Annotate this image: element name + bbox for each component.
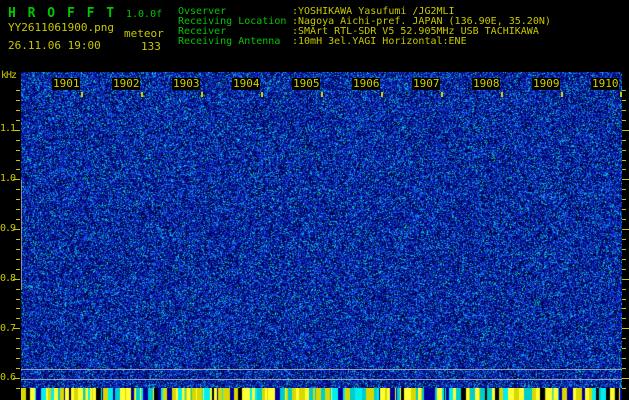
time-tick bbox=[501, 92, 503, 97]
time-label: 1910 bbox=[591, 77, 619, 90]
y-minor-tick bbox=[622, 150, 626, 151]
time-tick bbox=[201, 92, 203, 97]
y-axis-label: 0.9 bbox=[0, 223, 16, 234]
y-minor-tick bbox=[622, 299, 626, 300]
y-minor-tick bbox=[16, 209, 20, 210]
y-major-tick bbox=[622, 229, 629, 230]
y-minor-tick bbox=[622, 358, 626, 359]
y-minor-tick bbox=[16, 269, 20, 270]
y-minor-tick bbox=[622, 199, 626, 200]
hrofft-output-image: H R O F F T 1.0.0f YY2611061900.png mete… bbox=[0, 0, 629, 400]
noise-level-line-upper bbox=[21, 369, 622, 370]
y-minor-tick bbox=[16, 289, 20, 290]
y-minor-tick bbox=[622, 219, 626, 220]
time-tick bbox=[81, 92, 83, 97]
y-minor-tick bbox=[16, 199, 20, 200]
echo-count: 133 bbox=[141, 40, 161, 53]
time-tick bbox=[261, 92, 263, 97]
y-minor-tick bbox=[622, 318, 626, 319]
time-label: 1906 bbox=[352, 77, 380, 90]
time-label: 1905 bbox=[292, 77, 320, 90]
noise-level-line-lower bbox=[21, 379, 622, 380]
y-minor-tick bbox=[16, 348, 20, 349]
y-minor-tick bbox=[622, 368, 626, 369]
y-axis-label: 1.1 bbox=[0, 123, 16, 134]
time-label: 1907 bbox=[412, 77, 440, 90]
y-minor-tick bbox=[622, 169, 626, 170]
y-axis-label: 0.6 bbox=[0, 372, 16, 383]
output-filename: YY2611061900.png bbox=[8, 21, 114, 34]
y-minor-tick bbox=[622, 160, 626, 161]
y-minor-tick bbox=[622, 189, 626, 190]
y-minor-tick bbox=[16, 160, 20, 161]
y-minor-tick bbox=[16, 299, 20, 300]
time-label: 1903 bbox=[172, 77, 200, 90]
y-major-tick bbox=[622, 378, 629, 379]
y-minor-tick bbox=[622, 259, 626, 260]
time-tick bbox=[561, 92, 563, 97]
y-minor-tick bbox=[16, 239, 20, 240]
y-minor-tick bbox=[16, 189, 20, 190]
time-label: 1902 bbox=[112, 77, 140, 90]
time-label: 1909 bbox=[532, 77, 560, 90]
y-minor-tick bbox=[16, 388, 20, 389]
y-major-tick bbox=[622, 279, 629, 280]
y-minor-tick bbox=[622, 269, 626, 270]
y-minor-tick bbox=[622, 90, 626, 91]
y-axis-label: 1.0 bbox=[0, 173, 16, 184]
time-tick bbox=[620, 92, 622, 97]
signal-level-bar bbox=[21, 388, 622, 400]
y-major-tick bbox=[622, 328, 629, 329]
y-major-tick bbox=[622, 179, 629, 180]
app-title: H R O F F T bbox=[8, 6, 117, 21]
y-minor-tick bbox=[622, 249, 626, 250]
time-tick bbox=[321, 92, 323, 97]
y-minor-tick bbox=[622, 338, 626, 339]
y-minor-tick bbox=[16, 338, 20, 339]
y-major-tick bbox=[622, 130, 629, 131]
y-axis-label: 0.8 bbox=[0, 273, 16, 284]
y-minor-tick bbox=[622, 209, 626, 210]
y-minor-tick bbox=[16, 120, 20, 121]
spectrogram-canvas bbox=[21, 72, 622, 388]
y-minor-tick bbox=[16, 140, 20, 141]
y-minor-tick bbox=[16, 368, 20, 369]
y-minor-tick bbox=[16, 259, 20, 260]
observation-datetime: 26.11.06 19:00 bbox=[8, 39, 101, 52]
y-minor-tick bbox=[16, 100, 20, 101]
time-label: 1908 bbox=[472, 77, 500, 90]
y-minor-tick bbox=[16, 219, 20, 220]
y-minor-tick bbox=[16, 90, 20, 91]
station-info-label: Receiving Antenna bbox=[178, 36, 281, 47]
y-minor-tick bbox=[16, 110, 20, 111]
station-info-block: Ovserver:YOSHIKAWA Yasufumi /JG2MLI Recei… bbox=[178, 7, 551, 47]
y-minor-tick bbox=[622, 100, 626, 101]
y-axis-label: 0.7 bbox=[0, 323, 16, 334]
time-tick bbox=[141, 92, 143, 97]
y-minor-tick bbox=[622, 348, 626, 349]
mode-label: meteor bbox=[124, 27, 164, 40]
y-minor-tick bbox=[16, 358, 20, 359]
time-tick bbox=[381, 92, 383, 97]
station-info-line: Receiving Antenna :10mH 3el.YAGI Horizont… bbox=[178, 37, 551, 47]
time-tick bbox=[441, 92, 443, 97]
time-label: 1901 bbox=[52, 77, 80, 90]
y-minor-tick bbox=[622, 120, 626, 121]
station-info-value: :10mH 3el.YAGI Horizontal:ENE bbox=[292, 36, 467, 47]
y-minor-tick bbox=[16, 308, 20, 309]
y-minor-tick bbox=[622, 239, 626, 240]
app-version: 1.0.0f bbox=[126, 9, 163, 20]
y-axis-unit-label: kHz bbox=[1, 70, 17, 81]
y-minor-tick bbox=[622, 110, 626, 111]
y-minor-tick bbox=[16, 150, 20, 151]
time-label: 1904 bbox=[232, 77, 260, 90]
y-minor-tick bbox=[622, 289, 626, 290]
y-minor-tick bbox=[16, 249, 20, 250]
y-minor-tick bbox=[16, 169, 20, 170]
y-minor-tick bbox=[622, 388, 626, 389]
y-minor-tick bbox=[16, 318, 20, 319]
plot-left-edge-marker bbox=[21, 180, 22, 290]
y-minor-tick bbox=[622, 308, 626, 309]
y-minor-tick bbox=[622, 140, 626, 141]
